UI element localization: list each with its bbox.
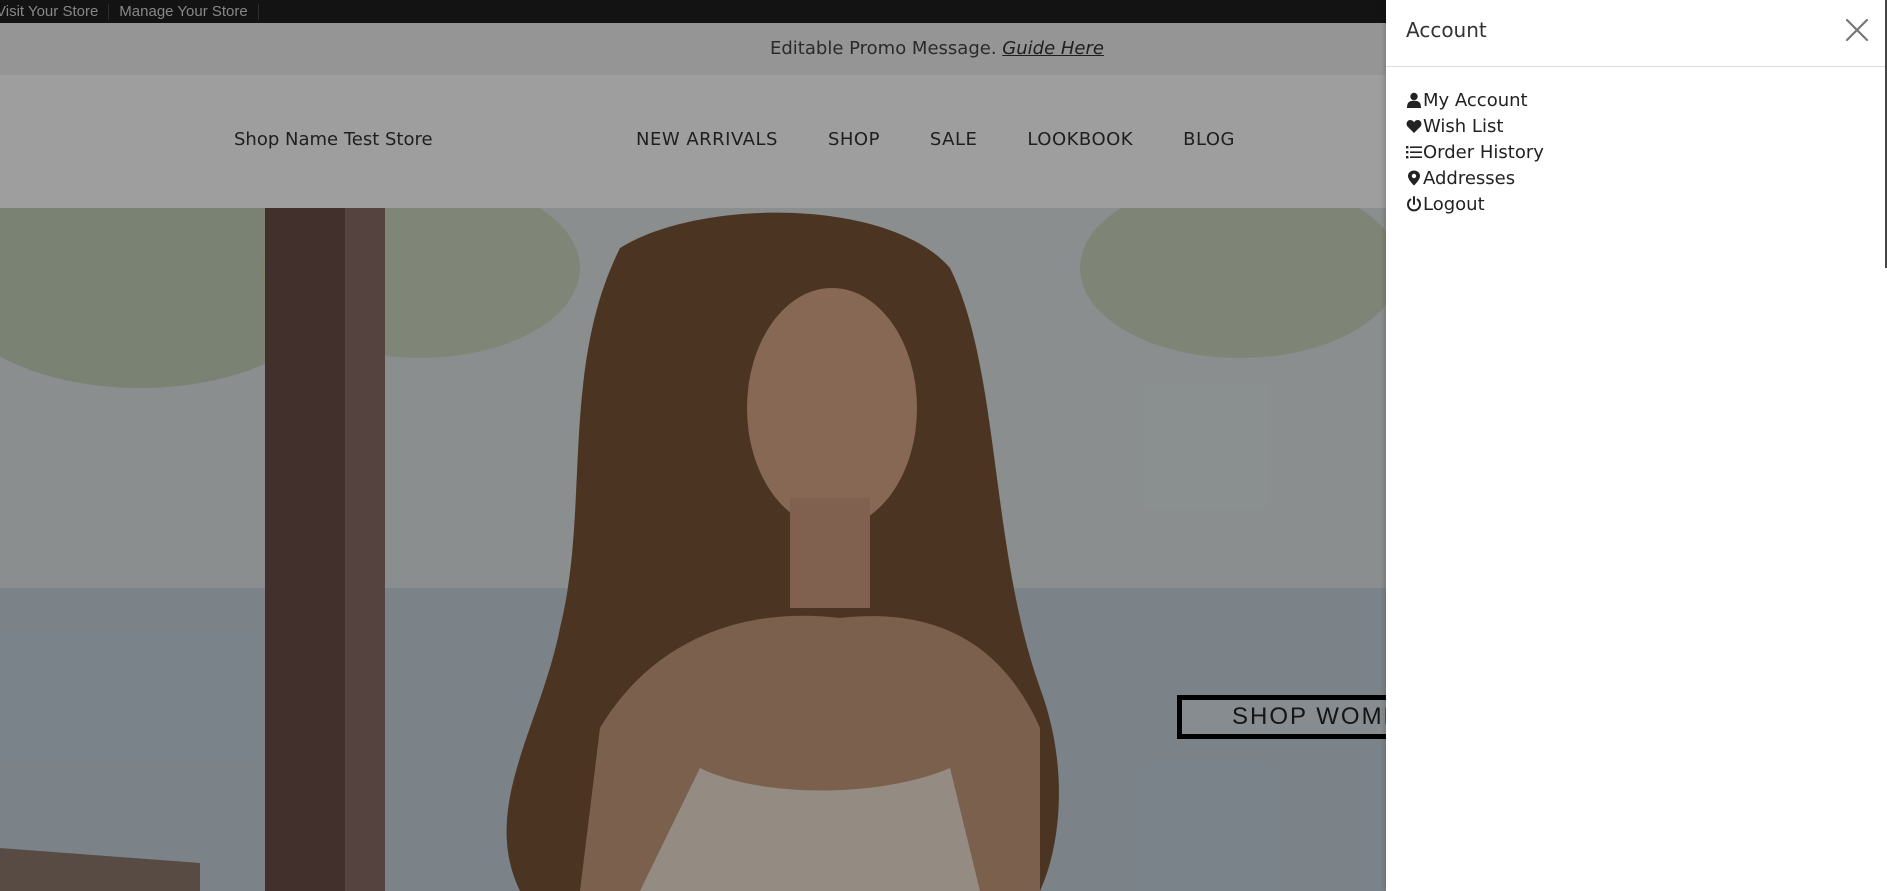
close-icon[interactable] <box>1843 16 1871 44</box>
map-pin-icon <box>1406 169 1423 187</box>
menu-addresses[interactable]: Addresses <box>1406 165 1887 191</box>
menu-order-history[interactable]: Order History <box>1406 139 1887 165</box>
account-menu: My Account Wish List Order History Addre… <box>1386 67 1887 217</box>
menu-wish-list[interactable]: Wish List <box>1406 113 1887 139</box>
menu-label: Wish List <box>1423 115 1504 137</box>
menu-label: Order History <box>1423 141 1544 163</box>
heart-icon <box>1406 117 1423 135</box>
drawer-header: Account <box>1386 0 1887 67</box>
power-icon <box>1406 195 1423 213</box>
drawer-title: Account <box>1406 18 1487 42</box>
menu-label: My Account <box>1423 89 1528 111</box>
user-icon <box>1406 91 1423 109</box>
menu-label: Logout <box>1423 193 1485 215</box>
list-icon <box>1406 143 1423 161</box>
menu-logout[interactable]: Logout <box>1406 191 1887 217</box>
menu-my-account[interactable]: My Account <box>1406 87 1887 113</box>
account-drawer: Account My Account Wish List Order Histo… <box>1386 0 1887 891</box>
menu-label: Addresses <box>1423 167 1516 189</box>
